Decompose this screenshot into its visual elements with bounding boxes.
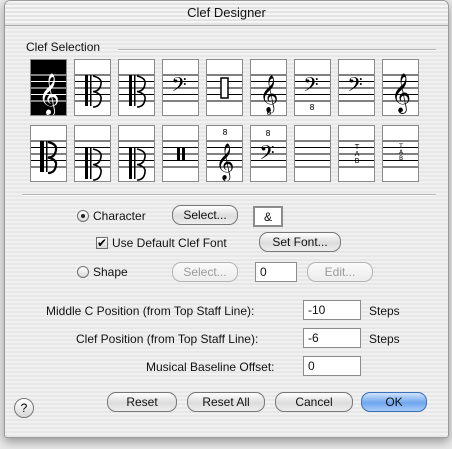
help-button[interactable]: ? xyxy=(14,398,34,418)
middle-c-field[interactable]: -10 xyxy=(303,300,361,320)
clef-cell-treble-8vb-clef[interactable]: 𝄞 8 xyxy=(250,59,287,116)
character-select-button[interactable]: Select... xyxy=(172,205,238,225)
clef-cell-blank[interactable] xyxy=(294,125,331,182)
tab-clef-small-icon: TAB xyxy=(383,140,418,168)
clef-cell-treble-8va-clef[interactable]: 8 𝄞 xyxy=(206,125,243,182)
svg-text:8: 8 xyxy=(222,128,227,137)
clef-cell-alto-clef-bold[interactable] xyxy=(30,125,67,182)
window-title: Clef Designer xyxy=(5,1,448,26)
svg-text:𝄢: 𝄢 xyxy=(347,73,362,101)
clef-designer-window: Clef Designer Clef Selection 𝄞 𝄢 𝄞 8 𝄢 8 𝄢 𝄞 8 𝄞 8… xyxy=(4,0,449,438)
svg-text:𝄞: 𝄞 xyxy=(216,142,235,181)
set-font-button[interactable]: Set Font... xyxy=(259,232,341,252)
shape-edit-button[interactable]: Edit... xyxy=(307,262,373,282)
clef-cell-bass-8vb-clef[interactable]: 𝄢 8 xyxy=(294,59,331,116)
tenor-clef-icon xyxy=(75,140,110,181)
svg-text:B: B xyxy=(355,157,360,165)
clef-cell-bass-clef-low[interactable]: 𝄢 xyxy=(338,59,375,116)
svg-text:𝄞: 𝄞 xyxy=(38,73,59,116)
shape-radio[interactable] xyxy=(77,266,89,278)
middle-c-steps-label: Steps xyxy=(369,304,400,318)
svg-text:8: 8 xyxy=(266,108,271,116)
clef-cell-treble-clef[interactable]: 𝄞 xyxy=(30,59,67,116)
character-glyph-preview: & xyxy=(253,206,283,227)
clef-position-field[interactable]: -6 xyxy=(303,328,361,348)
clef-cell-alto-clef-narrow[interactable] xyxy=(118,59,155,116)
percussion-clef-icon xyxy=(207,74,242,102)
treble-clef-icon: 𝄞 xyxy=(31,73,66,116)
clef-cell-tab-clef[interactable]: TAB xyxy=(338,125,375,182)
clef-selection-divider xyxy=(118,49,436,51)
alto-clef-icon xyxy=(75,74,110,108)
clef-cell-tenor-clef[interactable] xyxy=(74,125,111,182)
character-radio[interactable] xyxy=(77,210,89,222)
clef-cell-treble-clef-high[interactable]: 𝄞 xyxy=(382,59,419,116)
baseline-offset-field[interactable]: 0 xyxy=(303,356,361,376)
svg-text:𝄢: 𝄢 xyxy=(171,73,186,101)
middle-c-label: Middle C Position (from Top Staff Line): xyxy=(46,304,255,318)
bass-8vb-clef-icon: 𝄢8 xyxy=(295,73,330,112)
blank-icon xyxy=(295,140,330,168)
baseline-offset-label: Musical Baseline Offset: xyxy=(146,360,275,374)
reset-button[interactable]: Reset xyxy=(107,392,177,412)
percussion-clef-bars-icon xyxy=(163,140,198,168)
bass-clef-icon: 𝄢 xyxy=(163,73,198,102)
alto-clef-bold-icon xyxy=(31,140,66,175)
treble-clef-high-icon: 𝄞 xyxy=(383,73,418,114)
reset-all-button[interactable]: Reset All xyxy=(187,392,265,412)
tab-clef-icon: TAB xyxy=(339,140,374,168)
svg-text:B: B xyxy=(399,155,403,162)
treble-8vb-clef-icon: 𝄞8 xyxy=(251,74,286,116)
clef-cell-percussion-clef[interactable] xyxy=(206,59,243,116)
clef-cell-bass-8va-clef[interactable]: 8 𝄢 xyxy=(250,125,287,182)
clef-cell-bass-clef[interactable]: 𝄢 xyxy=(162,59,199,116)
alto-clef-narrow-icon xyxy=(119,74,154,108)
clef-cell-tenor-clef-narrow[interactable] xyxy=(118,125,155,182)
clef-cell-alto-clef[interactable] xyxy=(74,59,111,116)
clef-selection-label: Clef Selection xyxy=(26,40,101,54)
svg-text:𝄢: 𝄢 xyxy=(259,141,274,169)
ok-button[interactable]: OK xyxy=(361,392,427,412)
svg-text:𝄞: 𝄞 xyxy=(391,73,411,114)
svg-text:8: 8 xyxy=(265,129,270,138)
section-divider xyxy=(22,194,436,196)
bass-8va-clef-icon: 8𝄢 xyxy=(251,129,286,169)
use-default-font-label: Use Default Clef Font xyxy=(112,236,227,250)
bass-clef-low-icon: 𝄢 xyxy=(339,73,374,102)
shape-id-field[interactable]: 0 xyxy=(255,262,297,282)
clef-position-label: Clef Position (from Top Staff Line): xyxy=(76,332,259,346)
clef-cell-tab-clef-small[interactable]: TAB xyxy=(382,125,419,182)
clef-position-steps-label: Steps xyxy=(369,332,400,346)
shape-select-button[interactable]: Select... xyxy=(172,262,238,282)
character-label: Character xyxy=(93,209,146,223)
svg-text:8: 8 xyxy=(309,103,314,112)
cancel-button[interactable]: Cancel xyxy=(275,392,353,412)
clef-cell-percussion-clef-bars[interactable] xyxy=(162,125,199,182)
tenor-clef-narrow-icon xyxy=(119,140,154,181)
use-default-font-checkbox[interactable]: ✔ xyxy=(96,237,108,249)
shape-label: Shape xyxy=(93,265,128,279)
treble-8va-clef-icon: 8𝄞 xyxy=(207,128,242,181)
svg-text:𝄢: 𝄢 xyxy=(303,73,318,101)
